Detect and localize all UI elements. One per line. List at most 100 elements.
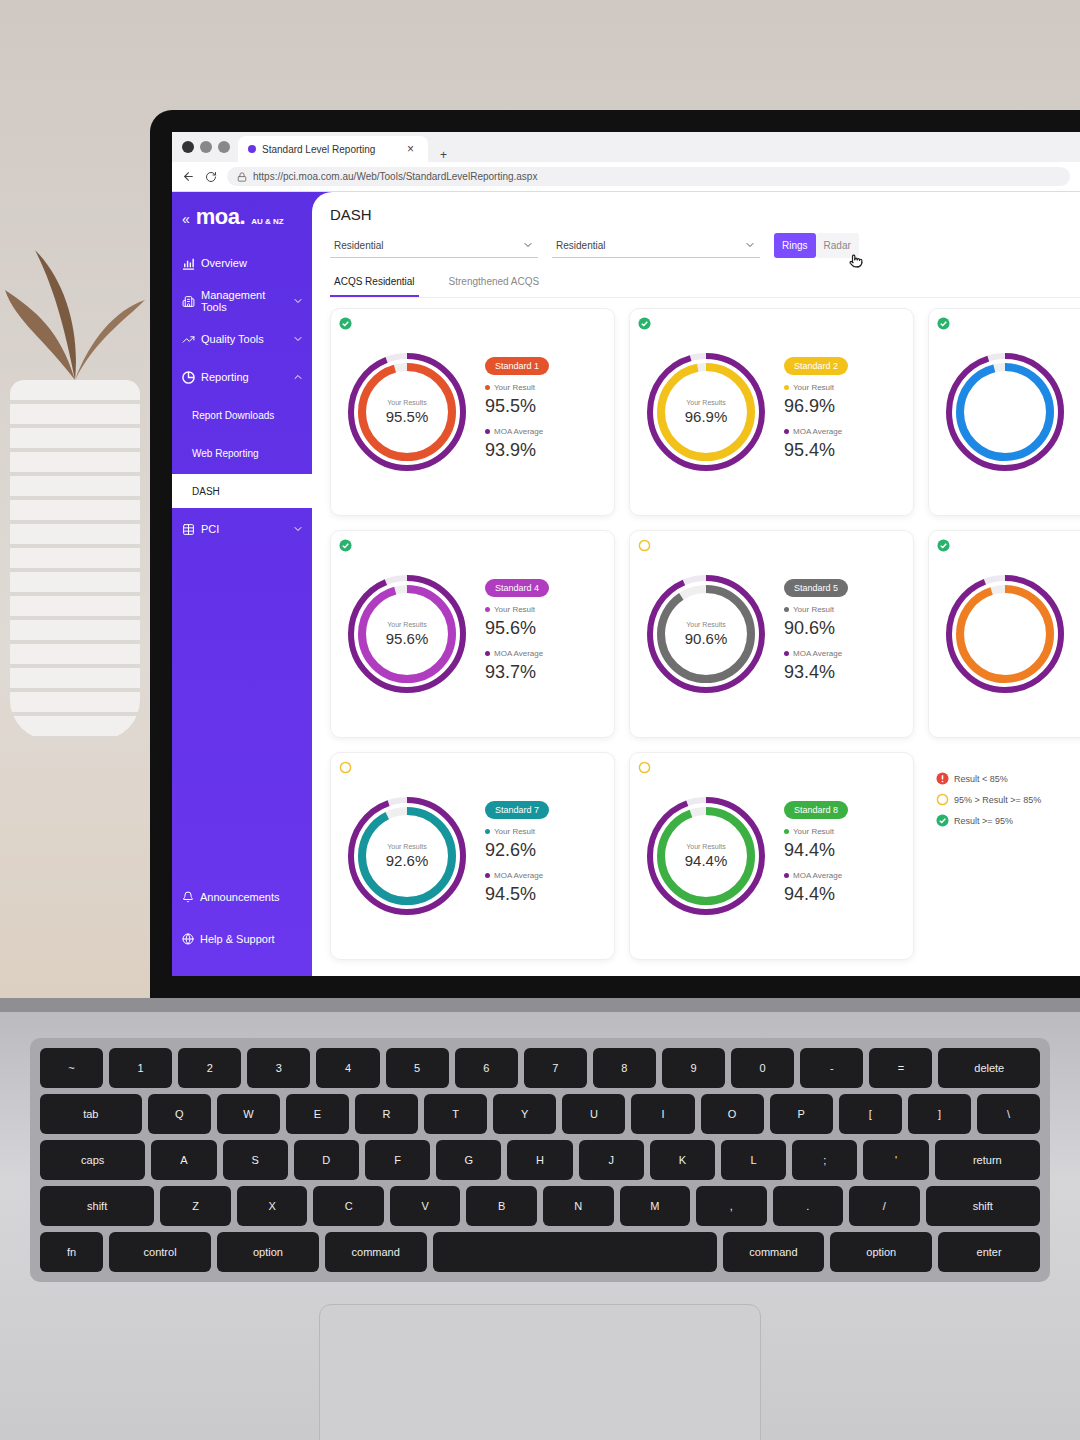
key[interactable]: O [701, 1094, 764, 1134]
key[interactable]: Z [160, 1186, 231, 1226]
key[interactable]: D [294, 1140, 359, 1180]
key[interactable]: ' [863, 1140, 928, 1180]
key[interactable]: W [217, 1094, 280, 1134]
key[interactable]: 7 [524, 1048, 587, 1088]
standard-card[interactable]: Your Results95.6%Standard 4Your Result95… [330, 530, 615, 738]
key[interactable]: \ [977, 1094, 1040, 1134]
key[interactable]: shift [40, 1186, 154, 1226]
sidebar-footer-item[interactable]: Announcements [172, 880, 312, 914]
key[interactable]: Y [493, 1094, 556, 1134]
key[interactable]: F [365, 1140, 430, 1180]
key[interactable]: P [770, 1094, 833, 1134]
trackpad[interactable] [319, 1304, 761, 1440]
key[interactable]: S [223, 1140, 288, 1180]
sidebar-item[interactable]: Overview [172, 246, 312, 280]
sidebar-item[interactable]: Quality Tools [172, 322, 312, 356]
key[interactable]: command [723, 1232, 825, 1272]
key[interactable]: Q [148, 1094, 211, 1134]
sidebar-footer-item[interactable]: Help & Support [172, 922, 312, 956]
key[interactable]: delete [938, 1048, 1040, 1088]
key[interactable]: G [436, 1140, 501, 1180]
standard-card[interactable]: Your Results96.9%Standard 2Your Result96… [629, 308, 914, 516]
key[interactable]: - [800, 1048, 863, 1088]
key[interactable]: X [237, 1186, 308, 1226]
key[interactable]: 1 [109, 1048, 172, 1088]
key[interactable]: shift [926, 1186, 1040, 1226]
key[interactable]: C [313, 1186, 384, 1226]
toggle-button[interactable]: Radar [816, 233, 859, 258]
key[interactable]: control [109, 1232, 211, 1272]
logo-region: AU & NZ [251, 217, 283, 226]
key[interactable]: command [325, 1232, 427, 1272]
key[interactable]: = [869, 1048, 932, 1088]
key[interactable]: 3 [247, 1048, 310, 1088]
sidebar-item[interactable]: PCI [172, 512, 312, 546]
key[interactable]: fn [40, 1232, 103, 1272]
key[interactable]: / [849, 1186, 920, 1226]
key[interactable]: caps [40, 1140, 145, 1180]
key[interactable]: L [721, 1140, 786, 1180]
filter-select[interactable]: Residential [552, 233, 760, 258]
new-tab-button[interactable]: + [436, 148, 451, 162]
key[interactable]: J [579, 1140, 644, 1180]
key[interactable]: N [543, 1186, 614, 1226]
reload-icon[interactable] [205, 171, 217, 183]
ring-label: Your Results [686, 621, 725, 628]
browser-tab[interactable]: Standard Level Reporting× [238, 136, 428, 162]
key[interactable]: E [286, 1094, 349, 1134]
key[interactable]: 6 [455, 1048, 518, 1088]
key[interactable]: 9 [662, 1048, 725, 1088]
key[interactable]: K [650, 1140, 715, 1180]
key[interactable]: tab [40, 1094, 142, 1134]
sidebar-item[interactable]: Web Reporting [172, 436, 312, 470]
key[interactable]: A [151, 1140, 216, 1180]
key[interactable]: ~ [40, 1048, 103, 1088]
sidebar-item[interactable]: Management Tools [172, 284, 312, 318]
key[interactable]: . [773, 1186, 844, 1226]
standard-card[interactable] [928, 308, 1080, 516]
key[interactable]: 8 [593, 1048, 656, 1088]
key[interactable]: option [830, 1232, 932, 1272]
standard-card[interactable] [928, 530, 1080, 738]
sidebar-item[interactable]: Reporting [172, 360, 312, 394]
standard-card[interactable]: Your Results90.6%Standard 5Your Result90… [629, 530, 914, 738]
key[interactable]: 0 [731, 1048, 794, 1088]
key[interactable]: M [620, 1186, 691, 1226]
key[interactable]: [ [839, 1094, 902, 1134]
key[interactable]: 2 [178, 1048, 241, 1088]
key[interactable]: 4 [316, 1048, 379, 1088]
key[interactable]: T [424, 1094, 487, 1134]
key[interactable]: B [466, 1186, 537, 1226]
key[interactable]: option [217, 1232, 319, 1272]
tab[interactable]: ACQS Residential [330, 268, 419, 297]
browser-chrome: Standard Level Reporting× + https://pci.mo… [172, 132, 1080, 192]
sidebar-item[interactable]: Report Downloads [172, 398, 312, 432]
key[interactable]: return [935, 1140, 1040, 1180]
key[interactable]: enter [938, 1232, 1040, 1272]
key[interactable] [433, 1232, 717, 1272]
view-toggle: RingsRadar [774, 233, 859, 258]
sidebar-item[interactable]: DASH [172, 474, 312, 508]
standard-card[interactable]: Your Results95.5%Standard 1Your Result95… [330, 308, 615, 516]
standard-card[interactable]: Your Results94.4%Standard 8Your Result94… [629, 752, 914, 960]
filter-select[interactable]: Residential [330, 233, 538, 258]
window-button[interactable] [218, 141, 230, 153]
key[interactable]: ; [792, 1140, 857, 1180]
back-icon[interactable] [182, 170, 195, 183]
key[interactable]: I [631, 1094, 694, 1134]
key[interactable]: R [355, 1094, 418, 1134]
collapse-button[interactable]: « [182, 211, 190, 227]
address-bar[interactable]: https://pci.moa.com.au/Web/Tools/Standar… [227, 167, 1070, 186]
key[interactable]: U [562, 1094, 625, 1134]
key[interactable]: , [696, 1186, 767, 1226]
close-tab-button[interactable]: × [403, 142, 418, 156]
key[interactable]: V [390, 1186, 461, 1226]
key[interactable]: 5 [386, 1048, 449, 1088]
tab[interactable]: Strengthened ACQS [445, 268, 544, 297]
key[interactable]: ] [908, 1094, 971, 1134]
window-button[interactable] [200, 141, 212, 153]
key[interactable]: H [507, 1140, 572, 1180]
toggle-button[interactable]: Rings [774, 233, 816, 258]
standard-card[interactable]: Your Results92.6%Standard 7Your Result92… [330, 752, 615, 960]
window-button[interactable] [182, 141, 194, 153]
